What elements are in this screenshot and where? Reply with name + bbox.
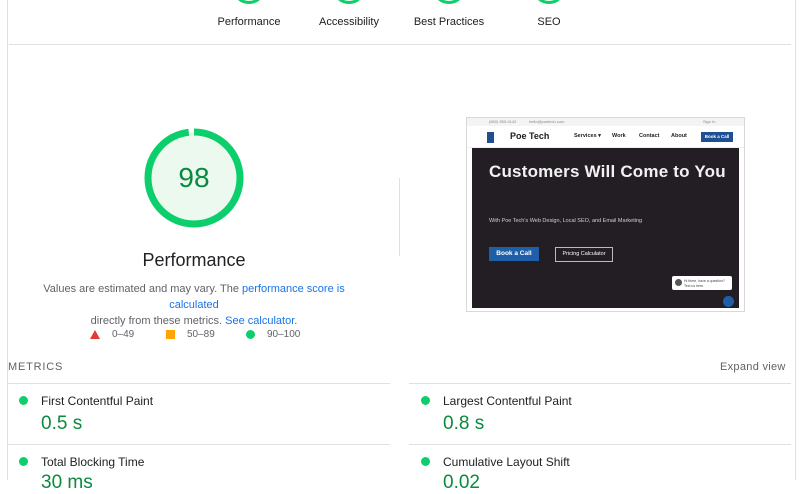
legend-fail: 0–49 — [90, 329, 134, 340]
green-circle-icon — [421, 457, 430, 466]
best-practices-gauge-icon — [432, 0, 466, 4]
description-text-2: directly from these metrics. — [90, 315, 226, 327]
seo-gauge-icon — [532, 0, 566, 4]
thumbnail-headline: Customers Will Come to You — [489, 162, 726, 181]
right-border — [795, 0, 796, 480]
performance-score-gauge: 98 — [142, 126, 246, 230]
chat-text: Hi there, have a question? Text us here. — [684, 279, 725, 288]
legend-average: 50–89 — [166, 329, 215, 340]
vertical-divider — [399, 178, 400, 256]
thumbnail-brand: Poe Tech — [510, 131, 550, 141]
green-circle-icon — [19, 396, 28, 405]
score-description: Values are estimated and may vary. The p… — [28, 281, 360, 329]
metrics-row-divider-right — [409, 444, 791, 445]
thumbnail-nav-services: Services ▾ — [574, 133, 601, 139]
category-label: Best Practices — [413, 16, 485, 28]
thumbnail-nav-work: Work — [612, 133, 626, 139]
metric-value-tbt: 30 ms — [41, 472, 93, 493]
thumbnail-book-call-button: Book a Call — [489, 247, 539, 261]
green-circle-icon — [421, 396, 430, 405]
performance-gauge-icon — [232, 0, 266, 4]
thumbnail-nav-button: Book a Call — [701, 132, 733, 142]
performance-title: Performance — [142, 250, 246, 270]
thumbnail-phone: (850) 555-0142 — [489, 119, 517, 124]
left-border — [7, 0, 8, 480]
chat-launcher-icon — [723, 296, 734, 307]
metrics-divider-right — [409, 383, 791, 384]
metrics-row-divider-left — [8, 444, 390, 445]
metric-name-lcp: Largest Contentful Paint — [443, 394, 572, 408]
thumbnail-hero: Customers Will Come to You With Poe Tech… — [472, 148, 739, 308]
thumbnail-navbar: Poe Tech Services ▾ Work Contact About B… — [467, 126, 744, 148]
chat-avatar-icon — [675, 279, 682, 286]
accessibility-gauge-icon — [332, 0, 366, 4]
legend-range: 0–49 — [112, 329, 135, 340]
orange-square-icon — [166, 330, 175, 339]
thumbnail-email: hello@poetech.com — [529, 119, 565, 124]
metric-value-fcp: 0.5 s — [41, 413, 83, 434]
metric-value-lcp: 0.8 s — [443, 413, 485, 434]
thumbnail-subline: With Poe Tech's Web Design, Local SEO, a… — [489, 218, 643, 224]
see-calculator-link[interactable]: See calculator — [225, 315, 294, 327]
metric-name-fcp: First Contentful Paint — [41, 394, 154, 408]
red-triangle-icon — [90, 330, 100, 339]
metrics-heading: METRICS — [8, 361, 64, 373]
category-divider — [9, 44, 791, 45]
thumbnail-nav-about: About — [671, 133, 687, 139]
green-circle-icon — [246, 330, 255, 339]
legend-range: 50–89 — [187, 329, 215, 340]
thumbnail-signin: Sign In — [703, 119, 716, 124]
final-screenshot[interactable]: (850) 555-0142 hello@poetech.com Sign In… — [466, 117, 745, 312]
legend-pass: 90–100 — [246, 329, 300, 340]
metric-name-cls: Cumulative Layout Shift — [443, 455, 570, 469]
poe-tech-logo-icon — [487, 132, 494, 143]
legend-range: 90–100 — [267, 329, 301, 340]
category-label: Performance — [217, 16, 281, 28]
description-period: . — [294, 315, 298, 327]
category-label: SEO — [537, 16, 561, 28]
metrics-divider-left — [8, 383, 390, 384]
thumbnail-topbar: (850) 555-0142 hello@poetech.com Sign In — [467, 118, 744, 126]
thumbnail-nav-contact: Contact — [639, 133, 660, 139]
thumbnail-pricing-button: Pricing Calculator — [555, 247, 613, 262]
metric-name-tbt: Total Blocking Time — [41, 455, 145, 469]
metric-value-cls: 0.02 — [443, 472, 480, 493]
green-circle-icon — [19, 457, 28, 466]
performance-score: 98 — [178, 162, 210, 193]
category-label: Accessibility — [319, 16, 379, 28]
expand-view-button[interactable]: Expand view — [720, 361, 786, 373]
thumbnail-chat-bubble: Hi there, have a question? Text us here. — [672, 276, 732, 290]
description-text: Values are estimated and may vary. The — [43, 283, 242, 295]
